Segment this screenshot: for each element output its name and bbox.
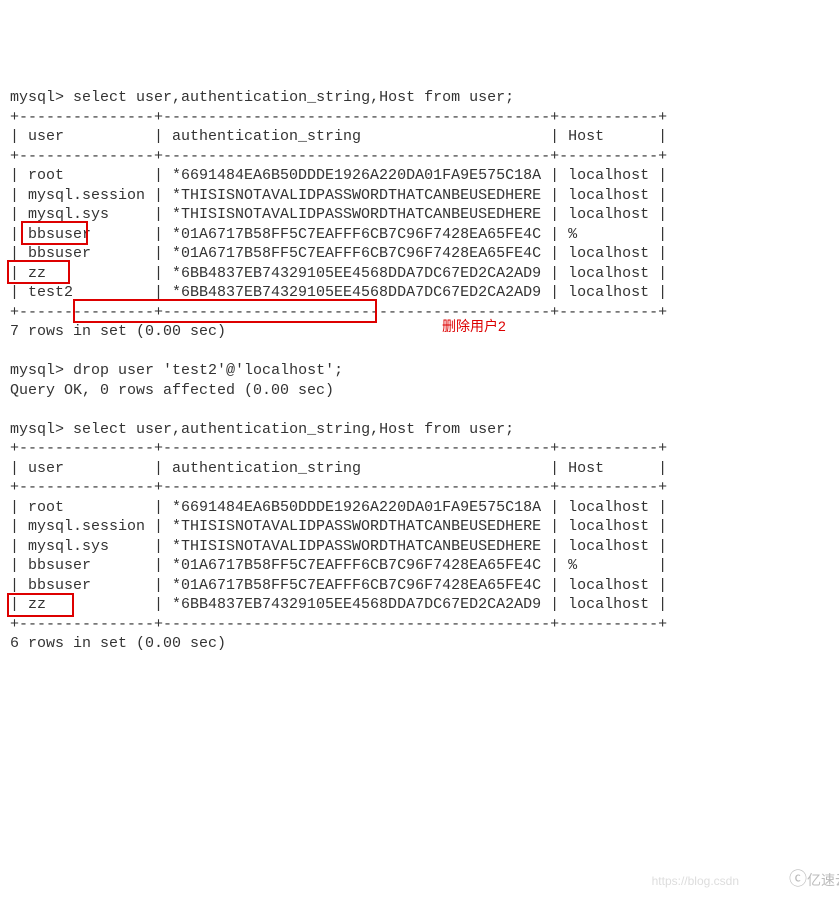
query-1: select user,authentication_string,Host f… — [73, 89, 514, 106]
csdn-watermark: https://blog.csdn — [652, 874, 739, 890]
table1-row: | zz | *6BB4837EB74329105EE4568DDA7DC67E… — [10, 265, 667, 282]
query-3: select user,authentication_string,Host f… — [73, 421, 514, 438]
table2-row: | bbsuser | *01A6717B58FF5C7EAFFF6CB7C96… — [10, 577, 667, 594]
table1-border-bot: +---------------+-----------------------… — [10, 304, 667, 321]
table2-row: | zz | *6BB4837EB74329105EE4568DDA7DC67E… — [10, 596, 667, 613]
table1-border-top: +---------------+-----------------------… — [10, 109, 667, 126]
table1-border-mid: +---------------+-----------------------… — [10, 148, 667, 165]
table1-row: | test2 | *6BB4837EB74329105EE4568DDA7DC… — [10, 284, 667, 301]
table1-row: | bbsuser | *01A6717B58FF5C7EAFFF6CB7C96… — [10, 245, 667, 262]
prompt: mysql> — [10, 89, 64, 106]
table2-row: | root | *6691484EA6B50DDDE1926A220DA01F… — [10, 499, 667, 516]
result-2: Query OK, 0 rows affected (0.00 sec) — [10, 382, 334, 399]
result-1: 7 rows in set (0.00 sec) — [10, 323, 226, 340]
table1-row: | mysql.sys | *THISISNOTAVALIDPASSWORDTH… — [10, 206, 667, 223]
table1-row: | root | *6691484EA6B50DDDE1926A220DA01F… — [10, 167, 667, 184]
table2-row: | bbsuser | *01A6717B58FF5C7EAFFF6CB7C96… — [10, 557, 667, 574]
table2-row: | mysql.sys | *THISISNOTAVALIDPASSWORDTH… — [10, 538, 667, 555]
prompt: mysql> — [10, 362, 64, 379]
watermark-logo: ⓒ亿速云 — [789, 868, 839, 891]
result-3: 6 rows in set (0.00 sec) — [10, 635, 226, 652]
table2-row: | mysql.session | *THISISNOTAVALIDPASSWO… — [10, 518, 667, 535]
table1-row: | bbsuser | *01A6717B58FF5C7EAFFF6CB7C96… — [10, 226, 667, 243]
table2-border-bot: +---------------+-----------------------… — [10, 616, 667, 633]
table2-border-mid: +---------------+-----------------------… — [10, 479, 667, 496]
table2-header: | user | authentication_string | Host | — [10, 460, 667, 477]
annotation-delete-user: 删除用户2 — [442, 317, 506, 335]
table1-header: | user | authentication_string | Host | — [10, 128, 667, 145]
prompt: mysql> — [10, 421, 64, 438]
query-2: drop user 'test2'@'localhost'; — [73, 362, 343, 379]
table1-row: | mysql.session | *THISISNOTAVALIDPASSWO… — [10, 187, 667, 204]
table2-border-top: +---------------+-----------------------… — [10, 440, 667, 457]
